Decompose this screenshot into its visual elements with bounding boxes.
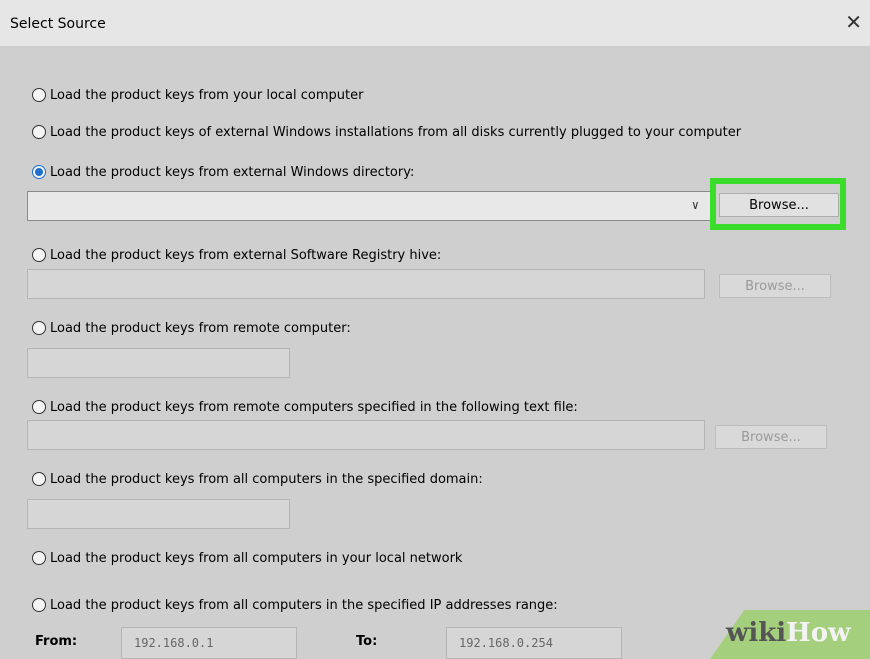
radio-button[interactable] [32,598,46,612]
radio-button[interactable] [32,88,46,102]
radio-label: Load the product keys from remote comput… [50,399,578,415]
watermark-text: wikiHow [726,618,850,648]
ip-to-input[interactable]: 192.168.0.254 [446,627,622,659]
radio-option-local-computer[interactable]: Load the product keys from your local co… [32,86,363,104]
dialog-title: Select Source [10,16,106,32]
radio-option-external-disks[interactable]: Load the product keys of external Window… [32,123,741,141]
close-icon[interactable]: ✕ [845,12,862,32]
ip-from-input[interactable]: 192.168.0.1 [121,627,297,659]
radio-button[interactable] [32,472,46,486]
radio-option-remote-computer[interactable]: Load the product keys from remote comput… [32,319,351,337]
registry-hive-input[interactable] [27,269,705,299]
radio-label: Load the product keys from external Wind… [50,164,415,180]
radio-button-selected[interactable] [32,165,46,179]
radio-label: Load the product keys from remote comput… [50,320,351,336]
remote-computer-input[interactable] [27,348,290,378]
radio-button[interactable] [32,551,46,565]
radio-option-registry-hive[interactable]: Load the product keys from external Soft… [32,246,441,264]
browse-text-file-button[interactable]: Browse... [715,425,827,449]
watermark-wiki: wiki [726,618,787,648]
radio-label: Load the product keys from external Soft… [50,247,442,263]
radio-button[interactable] [32,125,46,139]
radio-label: Load the product keys from all computers… [50,471,483,487]
radio-option-windows-directory[interactable]: Load the product keys from external Wind… [32,163,414,181]
browse-registry-hive-button[interactable]: Browse... [719,274,831,298]
radio-label: Load the product keys from all computers… [50,550,463,566]
radio-option-ip-range[interactable]: Load the product keys from all computers… [32,596,558,614]
domain-input[interactable] [27,499,290,529]
from-label: From: [35,634,78,649]
highlight-box [710,178,846,230]
chevron-down-icon[interactable]: ∨ [692,198,699,212]
radio-option-text-file[interactable]: Load the product keys from remote comput… [32,398,578,416]
wikihow-watermark: wikiHow [690,610,870,659]
radio-button[interactable] [32,400,46,414]
radio-label: Load the product keys from your local co… [50,87,364,103]
radio-label: Load the product keys from all computers… [50,597,558,613]
watermark-how: How [786,618,851,648]
windows-directory-combobox[interactable]: ∨ [27,191,712,221]
radio-button[interactable] [32,248,46,262]
radio-button[interactable] [32,321,46,335]
title-bar: Select Source ✕ [0,0,870,46]
radio-label: Load the product keys of external Window… [50,124,742,140]
radio-option-local-network[interactable]: Load the product keys from all computers… [32,549,462,567]
text-file-input[interactable] [27,420,705,450]
radio-option-domain[interactable]: Load the product keys from all computers… [32,470,483,488]
to-label: To: [356,634,378,649]
